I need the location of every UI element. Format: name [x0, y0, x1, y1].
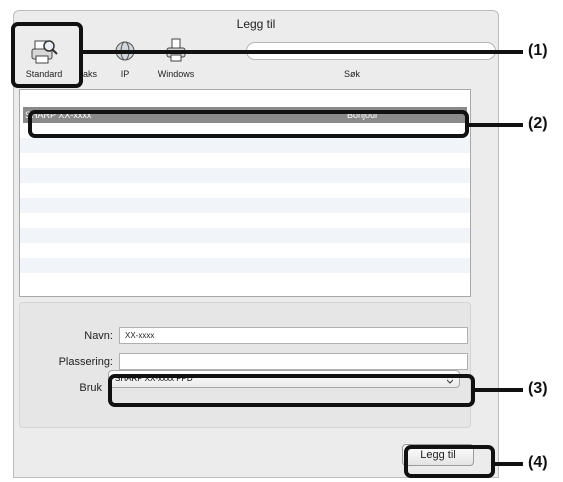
highlight-box-3: [108, 374, 475, 407]
leader-line-2: [469, 123, 523, 127]
name-label: Navn:: [84, 330, 113, 342]
callout-2: (2): [528, 115, 548, 132]
highlight-box-2: [28, 110, 469, 138]
callout-3: (3): [528, 380, 548, 397]
leader-line-3: [475, 388, 523, 392]
name-field[interactable]: XX-xxxx: [119, 327, 468, 344]
search-label: Søk: [344, 69, 361, 79]
callout-4: (4): [528, 454, 548, 471]
toolbar-ip[interactable]: IP: [110, 35, 140, 81]
highlight-box-4: [404, 445, 495, 478]
leader-line-4: [495, 462, 523, 466]
use-label: Bruk: [79, 382, 102, 394]
leader-line-1: [83, 50, 523, 54]
location-label: Plassering:: [58, 356, 113, 368]
callout-1: (1): [528, 42, 548, 59]
window-title: Legg til: [236, 17, 276, 31]
toolbar-windows-label: Windows: [157, 69, 195, 79]
toolbar-windows[interactable]: Windows: [150, 35, 202, 81]
highlight-box-1: [11, 22, 83, 88]
toolbar-ip-label: IP: [120, 69, 130, 79]
location-field[interactable]: [119, 353, 468, 370]
globe-icon: [115, 41, 135, 61]
